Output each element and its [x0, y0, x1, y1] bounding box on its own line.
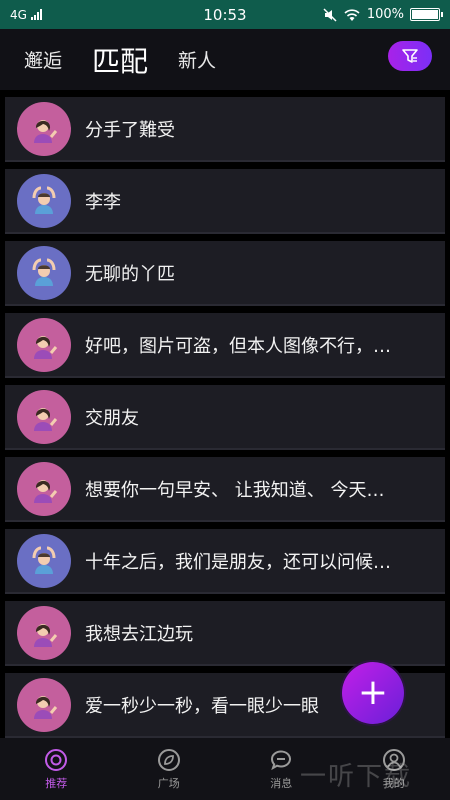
list-item[interactable]: 无聊的丫匹	[5, 241, 445, 306]
woman-tipping-hand-icon	[34, 335, 58, 359]
list-item[interactable]: 好吧，图片可盗，但本人图像不行，…	[5, 313, 445, 378]
nav-item-mine[interactable]: 我的	[359, 748, 429, 791]
list-item[interactable]: 想要你一句早安、 让我知道、 今天…	[5, 457, 445, 522]
list-item-text: 好吧，图片可盗，但本人图像不行，…	[85, 335, 391, 357]
avatar[interactable]	[17, 389, 71, 444]
list-item-text: 无聊的丫匹	[85, 263, 175, 285]
nav-label-square: 广场	[157, 776, 180, 790]
list-item-text: 十年之后，我们是朋友，还可以问候…	[85, 551, 391, 573]
chat-bubble-icon	[271, 749, 292, 770]
nav-label-mine: 我的	[382, 776, 405, 790]
avatar[interactable]	[17, 461, 71, 516]
person-gesturing-ok-icon	[32, 186, 56, 214]
top-tab-bar: 邂逅 匹配 新人	[0, 29, 450, 90]
bottom-nav: 推荐 广场 消息 我的	[0, 738, 450, 800]
tab-encounter[interactable]: 邂逅	[24, 46, 62, 73]
eye-icon	[45, 748, 68, 771]
avatar[interactable]	[17, 533, 71, 588]
list-item-text: 我想去江边玩	[85, 623, 193, 645]
user-icon	[382, 748, 405, 771]
list-item-text: 想要你一句早安、 让我知道、 今天…	[85, 479, 385, 501]
avatar[interactable]	[17, 245, 71, 300]
add-button[interactable]: +	[342, 662, 404, 724]
woman-tipping-hand-icon	[34, 407, 58, 431]
list-item-text: 交朋友	[85, 407, 139, 429]
battery-icon	[410, 8, 443, 21]
filter-icon	[402, 49, 418, 63]
avatar[interactable]	[17, 605, 71, 660]
compass-icon	[157, 748, 180, 771]
nav-label-recommend: 推荐	[45, 776, 68, 790]
woman-tipping-hand-icon	[34, 479, 58, 503]
nav-item-messages[interactable]: 消息	[246, 748, 316, 791]
avatar[interactable]	[17, 317, 71, 372]
person-gesturing-ok-icon	[32, 258, 56, 286]
status-bar: 4G 10:53 100%	[0, 0, 450, 29]
list-item[interactable]: 分手了難受	[5, 97, 445, 162]
tab-newcomers[interactable]: 新人	[178, 46, 216, 73]
list-item[interactable]: 我想去江边玩	[5, 601, 445, 666]
tab-match[interactable]: 匹配	[92, 40, 148, 80]
list-item[interactable]: 交朋友	[5, 385, 445, 450]
filter-button[interactable]	[388, 41, 432, 71]
avatar[interactable]	[17, 101, 71, 156]
list-item-text: 爱一秒少一秒，看一眼少一眼	[85, 695, 319, 717]
woman-tipping-hand-icon	[34, 119, 58, 143]
woman-tipping-hand-icon	[34, 695, 58, 719]
nav-item-square[interactable]: 广场	[134, 748, 204, 791]
list-item[interactable]: 李李	[5, 169, 445, 234]
status-time: 10:53	[203, 5, 247, 24]
nav-item-recommend[interactable]: 推荐	[21, 748, 91, 791]
avatar[interactable]	[17, 173, 71, 228]
plus-icon: +	[357, 672, 389, 713]
person-gesturing-ok-icon	[32, 546, 56, 574]
list-item[interactable]: 十年之后，我们是朋友，还可以问候…	[5, 529, 445, 594]
list-item-text: 李李	[85, 191, 121, 213]
woman-tipping-hand-icon	[34, 623, 58, 647]
list-item-text: 分手了難受	[85, 119, 175, 141]
nav-label-messages: 消息	[270, 776, 293, 790]
avatar[interactable]	[17, 677, 71, 732]
